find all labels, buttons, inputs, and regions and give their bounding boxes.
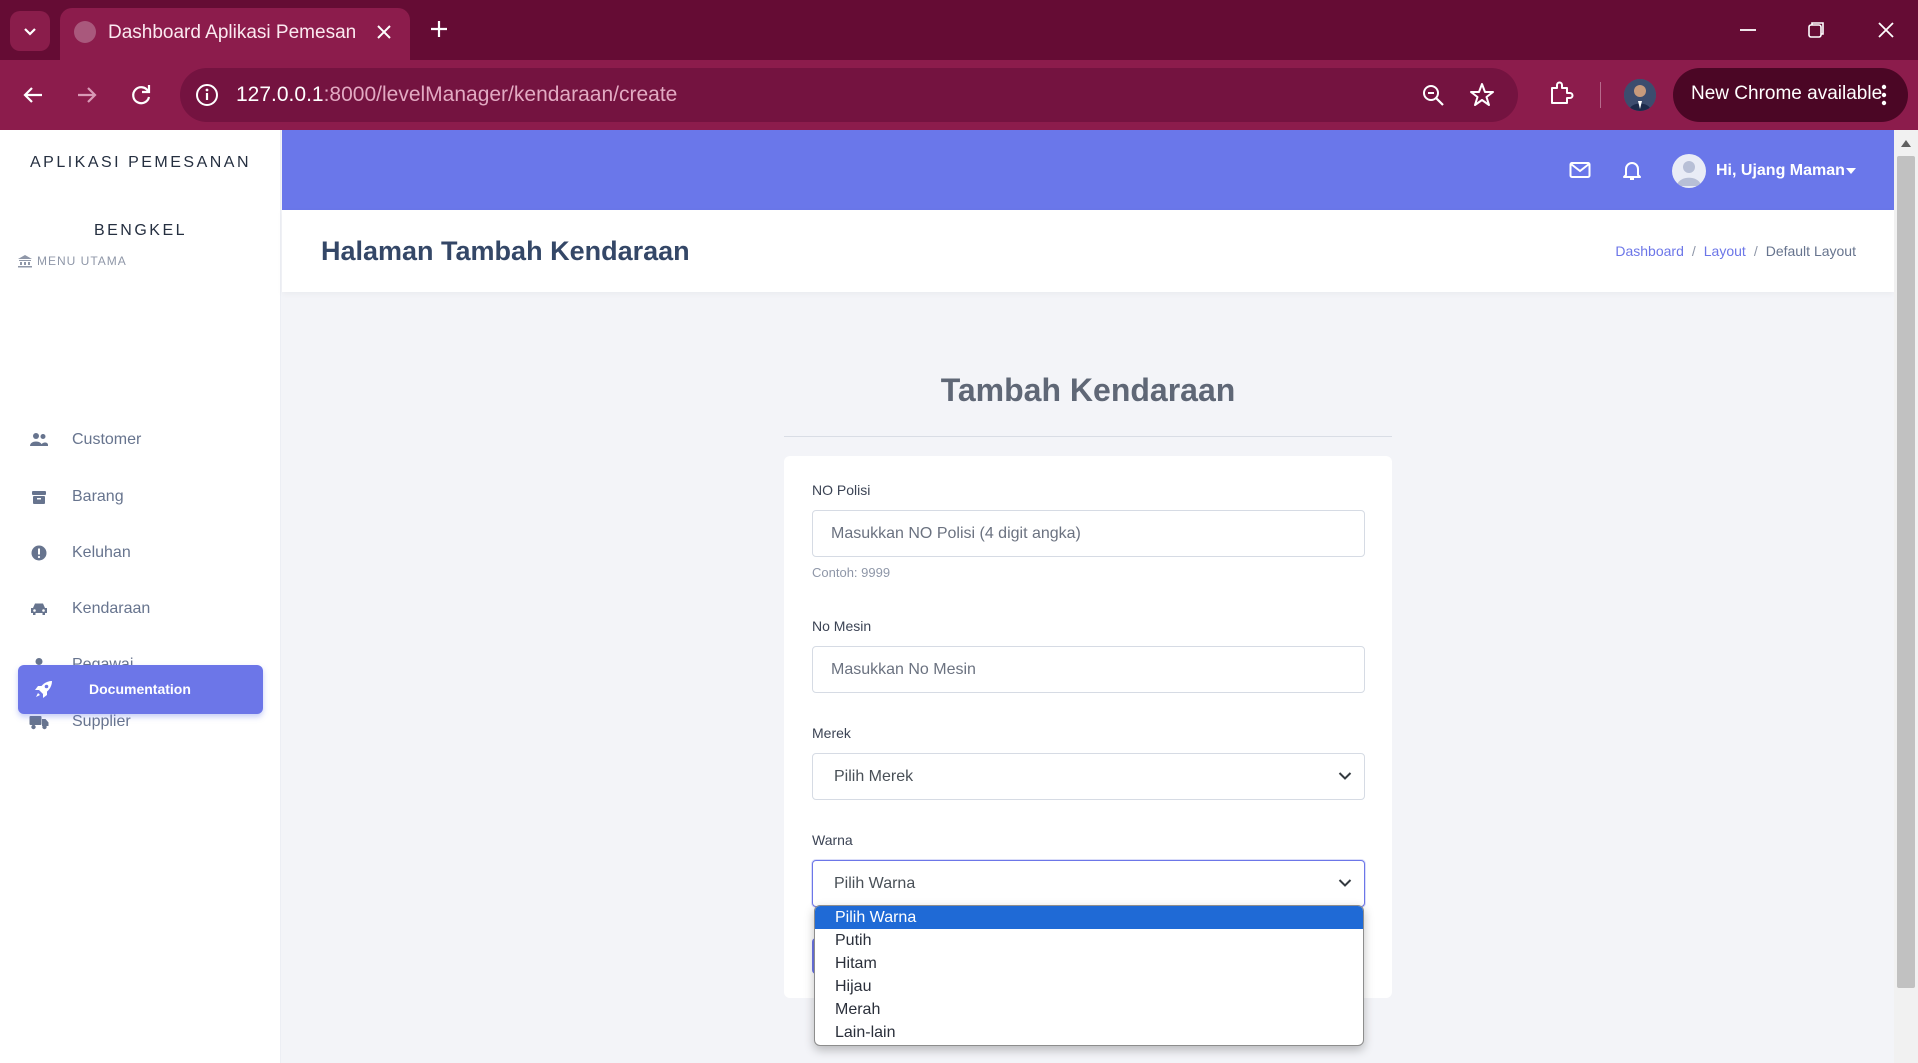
browser-tab[interactable]: Dashboard Aplikasi Pemesanan (60, 8, 410, 60)
user-avatar-icon (1677, 161, 1701, 186)
back-icon[interactable] (18, 80, 48, 110)
page-scrollbar[interactable] (1894, 130, 1918, 1063)
bookmark-star-icon[interactable] (1468, 81, 1496, 109)
warna-option[interactable]: Merah (815, 998, 1363, 1021)
breadcrumb-separator: / (1753, 243, 1758, 259)
brand-subtitle[interactable]: BENGKEL (0, 222, 281, 240)
sidebar-item-customer[interactable]: Customer (18, 418, 268, 462)
breadcrumb-layout[interactable]: Layout (1704, 243, 1746, 259)
url-text: 127.0.0.1:8000/levelManager/kendaraan/cr… (236, 83, 678, 106)
toolbar-divider (1600, 82, 1601, 108)
sidebar-item-keluhan[interactable]: Keluhan (18, 531, 268, 575)
car-icon (18, 587, 60, 631)
sidebar-item-barang[interactable]: Barang (18, 475, 268, 519)
documentation-button[interactable]: Documentation (18, 665, 263, 714)
breadcrumb: Dashboard / Layout / Default Layout (1615, 243, 1856, 259)
chevron-down-icon (24, 28, 36, 36)
minimize-icon[interactable] (1734, 16, 1762, 44)
more-vert-icon[interactable] (1872, 82, 1896, 108)
warna-option[interactable]: Hijau (815, 975, 1363, 998)
user-greeting[interactable]: Hi, Ujang Maman (1716, 162, 1845, 180)
forward-icon[interactable] (72, 80, 102, 110)
chrome-update-button[interactable]: New Chrome available (1673, 68, 1908, 122)
form-title: Tambah Kendaraan (940, 372, 1236, 408)
box-icon (18, 475, 60, 519)
bell-icon[interactable] (1620, 158, 1644, 182)
sidebar-item-label: Keluhan (72, 544, 131, 561)
merek-selected-value: Pilih Merek (834, 768, 914, 785)
warna-selected-value: Pilih Warna (834, 875, 916, 892)
reload-icon[interactable] (126, 80, 156, 110)
warna-option[interactable]: Pilih Warna (815, 906, 1363, 929)
globe-icon (74, 21, 96, 43)
breadcrumb-separator: / (1691, 243, 1696, 259)
sidebar: APLIKASI PEMESANAN BENGKEL MENU UTAMA Cu… (0, 130, 281, 1063)
menu-heading-label: MENU UTAMA (37, 254, 127, 268)
update-label: New Chrome available (1691, 83, 1883, 104)
plus-icon[interactable] (425, 15, 453, 43)
extensions-icon[interactable] (1544, 78, 1576, 110)
tab-search-button[interactable] (10, 11, 50, 51)
alert-circle-icon (18, 531, 60, 575)
address-bar[interactable]: 127.0.0.1:8000/levelManager/kendaraan/cr… (180, 68, 1518, 122)
close-icon[interactable] (372, 20, 396, 44)
bank-icon (18, 255, 32, 268)
mail-icon[interactable] (1568, 158, 1592, 182)
no-polisi-help: Contoh: 9999 (812, 565, 891, 580)
profile-avatar[interactable] (1624, 79, 1656, 111)
form-divider (784, 436, 1392, 437)
merek-select[interactable]: Pilih Merek (812, 753, 1365, 800)
browser-toolbar: 127.0.0.1:8000/levelManager/kendaraan/cr… (0, 60, 1918, 130)
person-icon (1624, 79, 1656, 111)
user-avatar[interactable] (1672, 154, 1706, 188)
caret-down-icon[interactable] (1846, 168, 1856, 174)
sidebar-item-kendaraan[interactable]: Kendaraan (18, 587, 268, 631)
no-polisi-input[interactable] (812, 510, 1365, 557)
top-navbar: Hi, Ujang Maman (282, 130, 1894, 210)
sidebar-item-label: Customer (72, 431, 142, 448)
rocket-icon (35, 681, 52, 698)
merek-label: Merek (812, 725, 851, 741)
no-mesin-input[interactable] (812, 646, 1365, 693)
close-window-icon[interactable] (1872, 16, 1900, 44)
scrollbar-thumb[interactable] (1897, 156, 1915, 988)
tab-title: Dashboard Aplikasi Pemesanan (108, 22, 356, 43)
chevron-down-icon (1338, 879, 1352, 887)
warna-select[interactable]: Pilih Warna (812, 860, 1365, 907)
scroll-up-icon[interactable] (1901, 140, 1911, 147)
breadcrumb-dashboard[interactable]: Dashboard (1615, 243, 1684, 259)
brand-title[interactable]: APLIKASI PEMESANAN (0, 154, 281, 172)
no-polisi-label: NO Polisi (812, 482, 871, 498)
warna-option[interactable]: Putih (815, 929, 1363, 952)
chevron-down-icon (1338, 772, 1352, 780)
warna-label: Warna (812, 832, 853, 848)
documentation-label: Documentation (89, 681, 191, 697)
menu-heading: MENU UTAMA (17, 254, 127, 268)
warna-option[interactable]: Lain-lain (815, 1021, 1363, 1044)
page-header: Halaman Tambah Kendaraan Dashboard / Lay… (282, 210, 1894, 292)
site-info-icon[interactable] (194, 82, 220, 108)
users-icon (18, 418, 60, 462)
sidebar-item-label: Barang (72, 488, 124, 505)
no-mesin-label: No Mesin (812, 618, 872, 634)
warna-dropdown-list: Pilih Warna Putih Hitam Hijau Merah Lain… (814, 905, 1364, 1046)
warna-option[interactable]: Hitam (815, 952, 1363, 975)
sidebar-item-label: Kendaraan (72, 600, 151, 617)
sidebar-item-label: Supplier (72, 713, 131, 730)
browser-tab-bar: Dashboard Aplikasi Pemesanan (0, 0, 1918, 60)
restore-icon[interactable] (1802, 16, 1830, 44)
page-title: Halaman Tambah Kendaraan (321, 236, 690, 266)
breadcrumb-current: Default Layout (1765, 243, 1856, 259)
zoom-icon[interactable] (1420, 82, 1446, 108)
